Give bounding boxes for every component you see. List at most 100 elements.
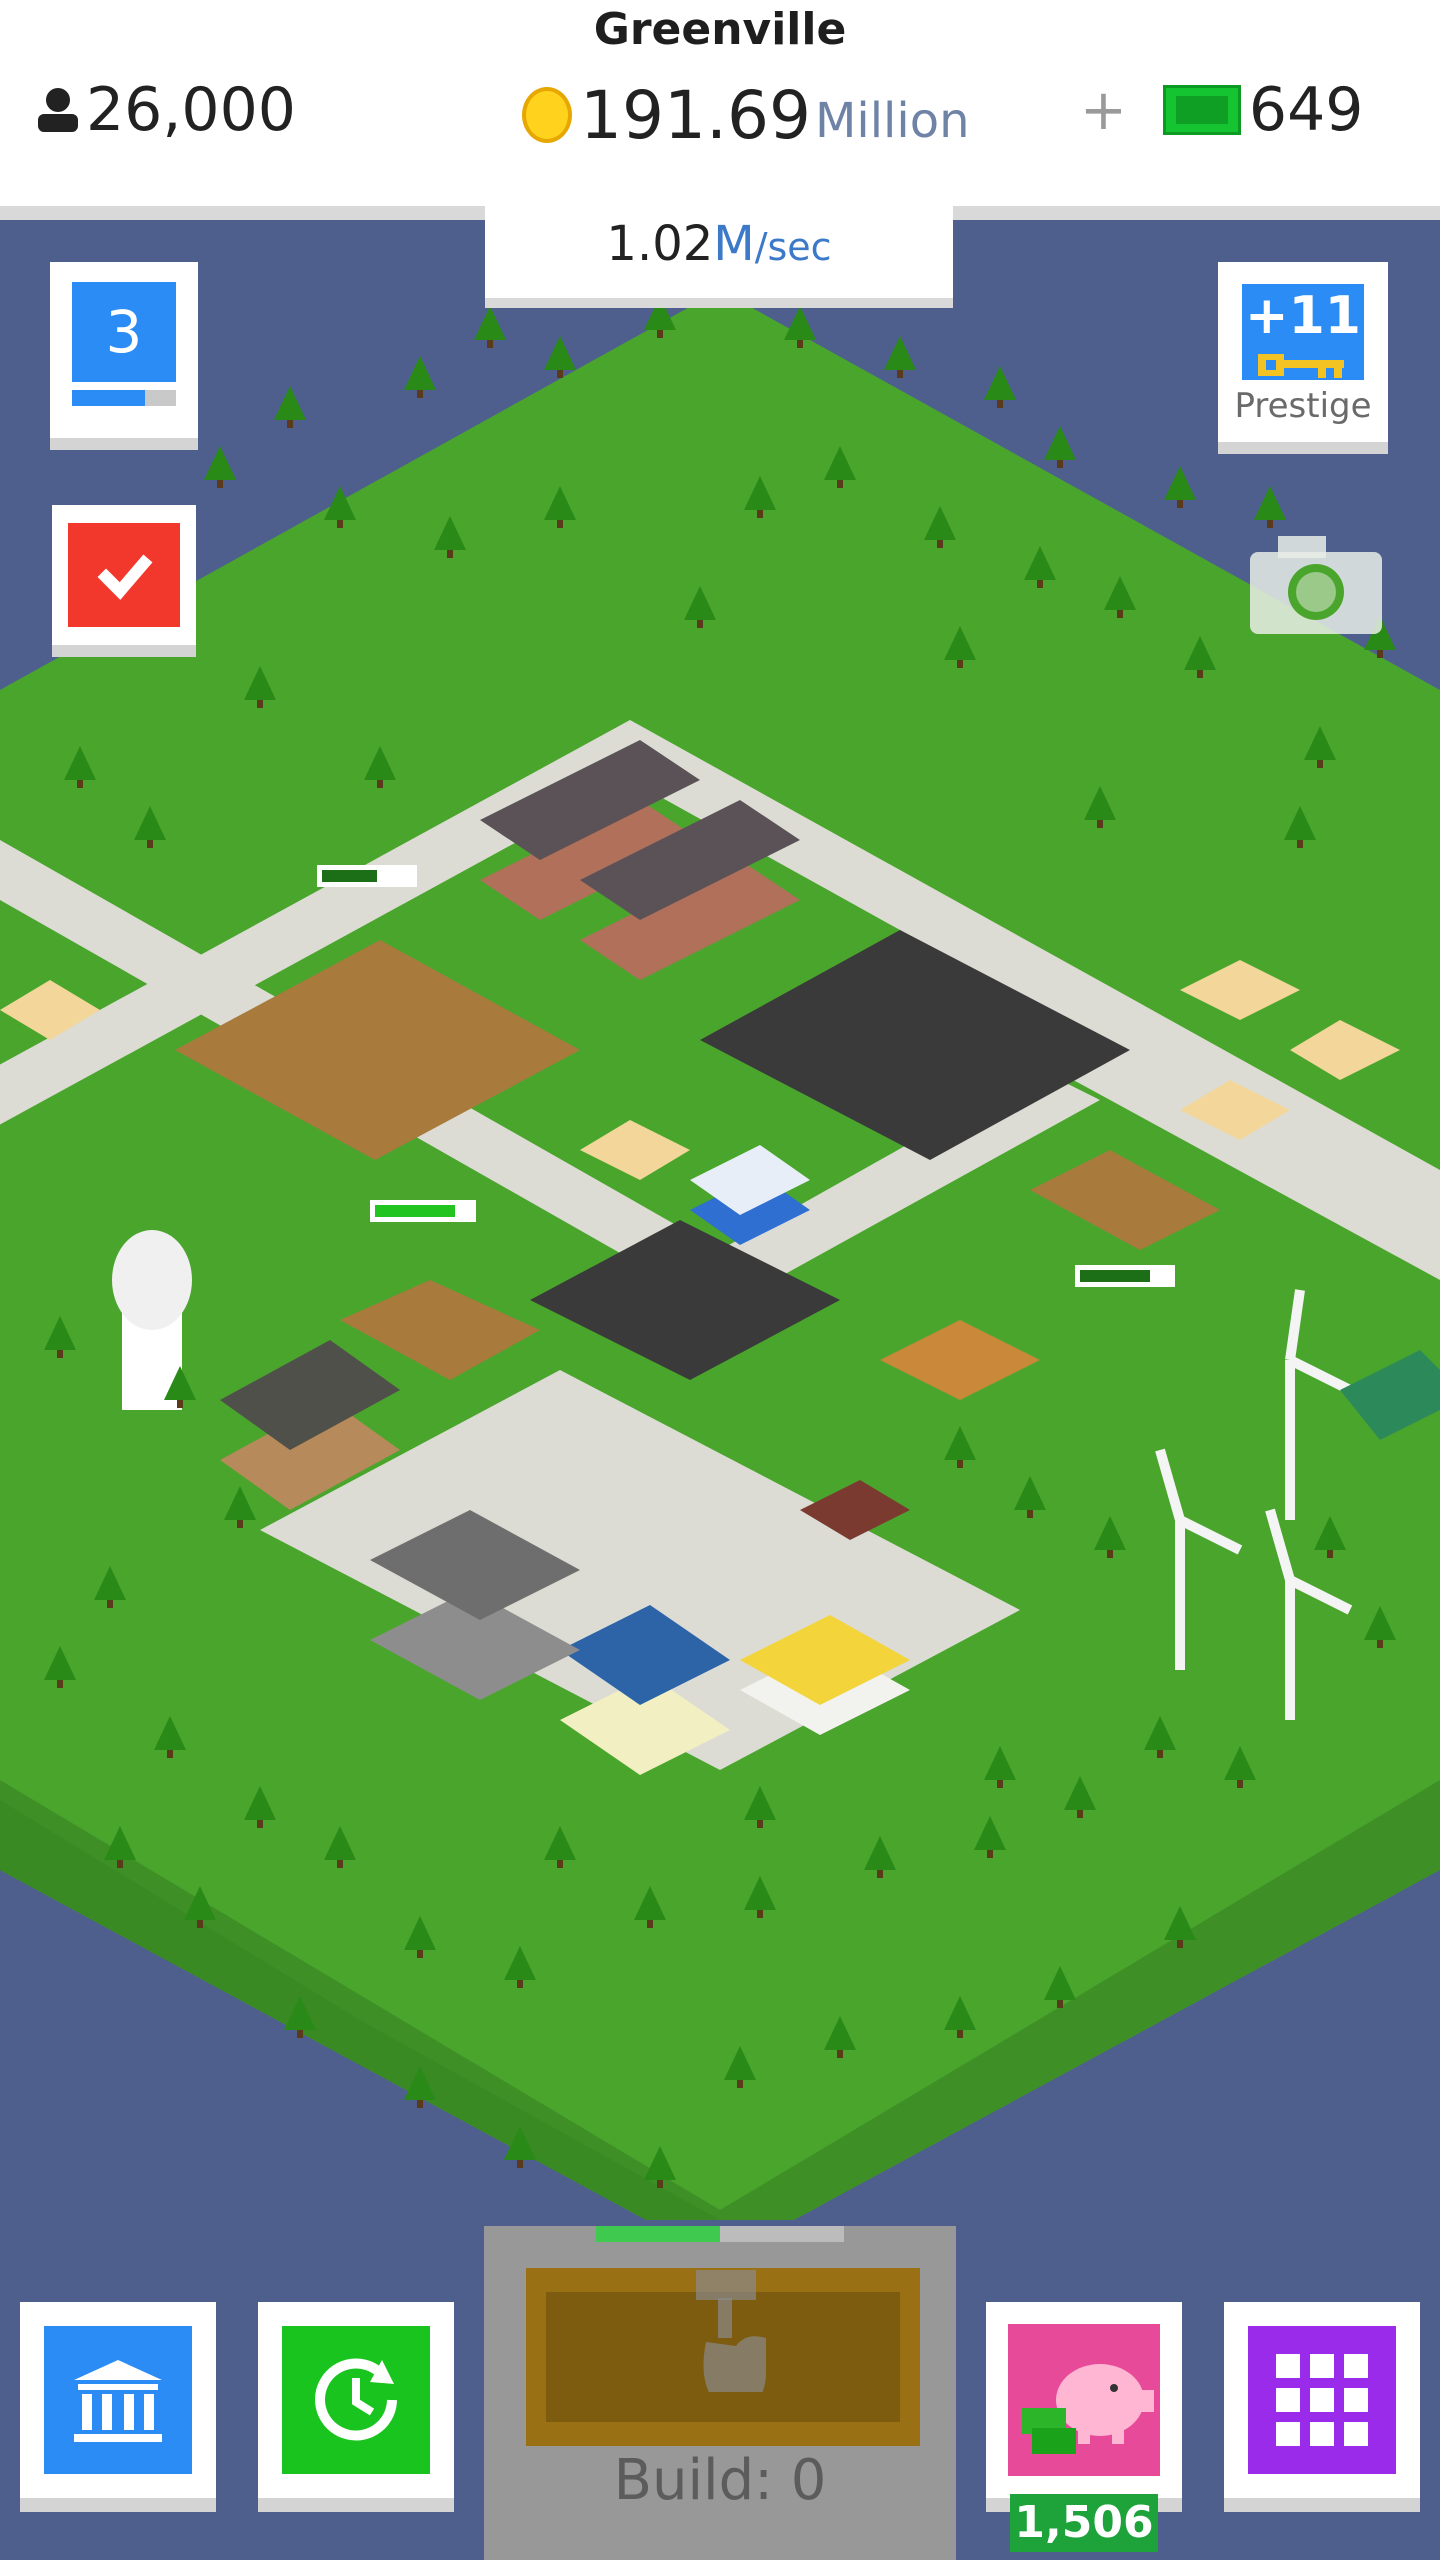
tree-trunk bbox=[1117, 610, 1123, 618]
tree bbox=[784, 306, 816, 340]
tree bbox=[1254, 486, 1286, 520]
rate-unit: M bbox=[713, 216, 755, 272]
money-unit: Million bbox=[814, 93, 970, 149]
tree-trunk bbox=[1317, 760, 1323, 768]
tree-trunk bbox=[1077, 1810, 1083, 1818]
add-cash-button[interactable]: + bbox=[1080, 78, 1127, 143]
tree-trunk bbox=[1027, 1510, 1033, 1518]
tree-trunk bbox=[897, 370, 903, 378]
tree-trunk bbox=[797, 340, 803, 348]
tree-trunk bbox=[517, 2160, 523, 2168]
cash-bill-icon bbox=[1162, 85, 1241, 135]
tree-trunk bbox=[57, 1350, 63, 1358]
key-icon bbox=[1258, 354, 1344, 378]
tree-trunk bbox=[1267, 520, 1273, 528]
tree-trunk bbox=[1297, 840, 1303, 848]
tree-trunk bbox=[197, 1920, 203, 1928]
tree-trunk bbox=[117, 1860, 123, 1868]
tree-trunk bbox=[337, 520, 343, 528]
tree-trunk bbox=[107, 1600, 113, 1608]
tree-trunk bbox=[167, 1750, 173, 1758]
prestige-count: +11 bbox=[1245, 286, 1361, 346]
tree-trunk bbox=[1057, 460, 1063, 468]
tasks-button[interactable] bbox=[52, 505, 196, 657]
tree-trunk bbox=[1377, 1640, 1383, 1648]
piggy-bank-count: 1,506 bbox=[1010, 2494, 1158, 2552]
time-boost-badge bbox=[282, 2326, 430, 2474]
piggy-bank-button[interactable] bbox=[986, 2302, 1182, 2512]
tree-trunk bbox=[257, 1820, 263, 1828]
tree bbox=[204, 446, 236, 480]
tree-trunk bbox=[1327, 1550, 1333, 1558]
tree-trunk bbox=[1037, 580, 1043, 588]
tree-trunk bbox=[657, 2180, 663, 2188]
tree bbox=[404, 356, 436, 390]
tree-trunk bbox=[737, 2080, 743, 2088]
rate-suffix: /sec bbox=[754, 225, 832, 269]
tree-trunk bbox=[557, 1860, 563, 1868]
tasks-badge bbox=[68, 523, 180, 627]
piggy-bank-icon bbox=[1022, 2364, 1154, 2454]
tree-trunk bbox=[417, 390, 423, 398]
tree-trunk bbox=[757, 1910, 763, 1918]
tree-trunk bbox=[1197, 670, 1203, 678]
bank-badge bbox=[44, 2326, 192, 2474]
tree-trunk bbox=[257, 700, 263, 708]
city-name: Greenville bbox=[593, 4, 847, 55]
tree-trunk bbox=[417, 1950, 423, 1958]
build-panel: Build: 0 bbox=[484, 2226, 956, 2560]
money-value: 191.69 bbox=[580, 76, 811, 154]
tree-trunk bbox=[877, 1870, 883, 1878]
bank-button[interactable] bbox=[20, 2302, 216, 2512]
tree bbox=[1164, 466, 1196, 500]
level-badge: 3 bbox=[72, 282, 176, 382]
person-icon bbox=[38, 88, 78, 132]
tree-trunk bbox=[757, 510, 763, 518]
hammer-hand-icon bbox=[696, 2270, 766, 2392]
cash-value: 649 bbox=[1248, 75, 1364, 145]
menu-badge bbox=[1248, 2326, 1396, 2474]
tree-trunk bbox=[1057, 2000, 1063, 2008]
prestige-button[interactable]: +11 Prestige bbox=[1218, 262, 1388, 454]
tree-trunk bbox=[377, 780, 383, 788]
tree bbox=[884, 336, 916, 370]
tree-trunk bbox=[1157, 1750, 1163, 1758]
tree-trunk bbox=[1377, 650, 1383, 658]
tree bbox=[544, 336, 576, 370]
level-button[interactable]: 3 bbox=[50, 262, 198, 450]
population-value: 26,000 bbox=[86, 75, 296, 145]
tree-trunk bbox=[77, 780, 83, 788]
tree-trunk bbox=[957, 1460, 963, 1468]
cash-counter[interactable]: + 649 bbox=[1080, 70, 1363, 150]
rate-value: 1.02 bbox=[606, 216, 714, 272]
build-button[interactable] bbox=[526, 2268, 920, 2446]
piggy-bank-badge bbox=[1008, 2324, 1160, 2476]
time-boost-button[interactable] bbox=[258, 2302, 454, 2512]
tree-trunk bbox=[997, 1780, 1003, 1788]
tree-trunk bbox=[1177, 500, 1183, 508]
prestige-label: Prestige bbox=[1234, 386, 1372, 426]
tree-trunk bbox=[1097, 820, 1103, 828]
city-map[interactable] bbox=[0, 220, 1440, 2220]
tree-trunk bbox=[937, 540, 943, 548]
tree-trunk bbox=[417, 2100, 423, 2108]
tree-trunk bbox=[337, 1860, 343, 1868]
tree-trunk bbox=[997, 400, 1003, 408]
tree bbox=[274, 386, 306, 420]
tree-trunk bbox=[987, 1850, 993, 1858]
tree-trunk bbox=[557, 520, 563, 528]
tree-trunk bbox=[837, 2050, 843, 2058]
tree-trunk bbox=[447, 550, 453, 558]
money-counter: 191.69 Million bbox=[522, 70, 969, 160]
tree-trunk bbox=[487, 340, 493, 348]
population-counter: 26,000 bbox=[36, 70, 296, 150]
tree-trunk bbox=[147, 840, 153, 848]
coin-icon bbox=[522, 87, 572, 143]
menu-button[interactable] bbox=[1224, 2302, 1420, 2512]
build-progress-fill bbox=[596, 2226, 720, 2242]
camera-icon[interactable] bbox=[1250, 530, 1382, 634]
tree-trunk bbox=[647, 1920, 653, 1928]
checkmark-icon bbox=[97, 554, 153, 600]
grid-icon bbox=[1276, 2354, 1368, 2446]
tree-trunk bbox=[297, 2030, 303, 2038]
